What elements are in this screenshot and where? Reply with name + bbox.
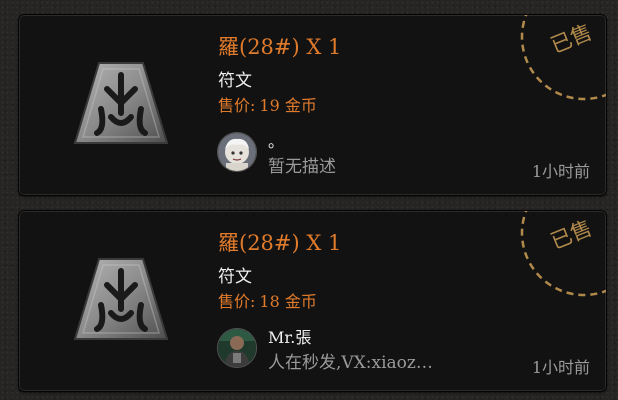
listing-card[interactable]: 羅(28#) X 1 符文 售价: 18 金币 Mr.張 人在秒发,VX:xiao… (18, 210, 607, 392)
timestamp: 1小时前 (531, 162, 590, 181)
price-label: 售价: (218, 96, 256, 115)
timestamp: 1小时前 (531, 358, 590, 377)
seller-name[interactable]: Mr.張 (268, 324, 311, 348)
price-label: 售价: (218, 292, 256, 311)
sold-stamp: 已售 (547, 215, 596, 254)
listing-title[interactable]: 羅(28#) X 1 (218, 227, 341, 257)
rune-icon (73, 258, 169, 340)
price-value: 18 金币 (259, 292, 317, 311)
price-value: 19 金币 (259, 96, 317, 115)
seller-name[interactable]: 。 (268, 128, 284, 152)
item-description: 人在秒发,VX:xiaoz… (268, 353, 433, 373)
sold-stamp: 已售 (547, 19, 596, 58)
person-avatar-icon (218, 329, 256, 367)
listing-card[interactable]: 羅(28#) X 1 符文 售价: 19 金币 。 暂无描述 1小时前 已售 (18, 14, 607, 196)
cartoon-avatar-icon (218, 133, 256, 171)
listing-title[interactable]: 羅(28#) X 1 (218, 31, 341, 61)
avatar[interactable] (217, 132, 257, 172)
avatar[interactable] (217, 328, 257, 368)
price: 售价: 18 金币 (218, 288, 317, 312)
item-description: 暂无描述 (268, 157, 336, 177)
item-type: 符文 (218, 71, 252, 91)
item-type: 符文 (218, 267, 252, 287)
rune-icon (73, 62, 169, 144)
price: 售价: 19 金币 (218, 92, 317, 116)
